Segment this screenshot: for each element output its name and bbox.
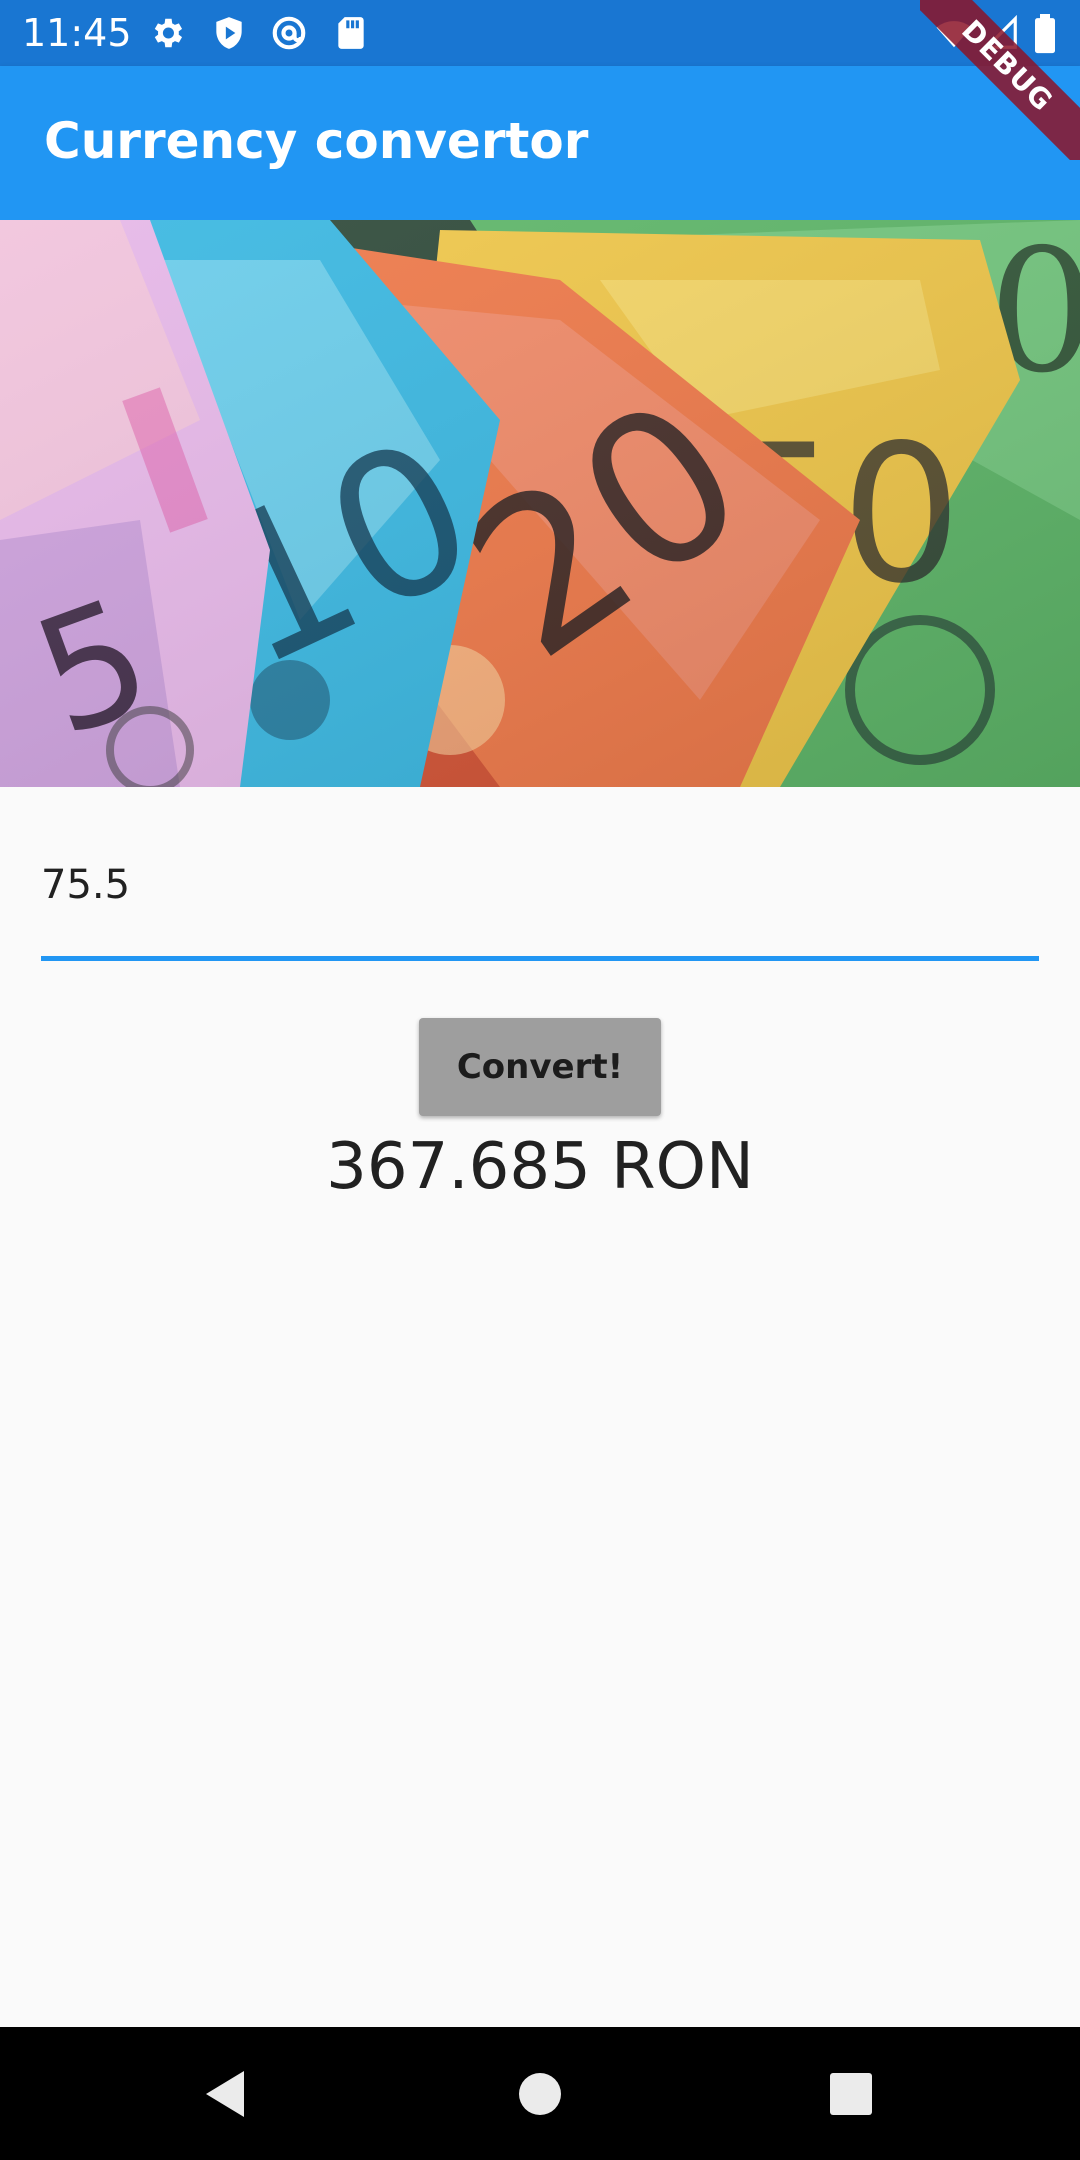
back-icon[interactable]	[180, 2049, 270, 2139]
home-icon[interactable]	[495, 2049, 585, 2139]
page-title: Currency convertor	[44, 112, 589, 170]
debug-label: DEBUG	[920, 0, 1080, 160]
recents-icon[interactable]	[806, 2049, 896, 2139]
amount-underline	[41, 956, 1039, 961]
status-time: 11:45	[22, 11, 132, 55]
at-sign-icon	[270, 14, 308, 52]
shield-play-icon	[210, 14, 248, 52]
amount-input[interactable]	[41, 850, 1039, 920]
debug-banner: DEBUG	[920, 0, 1080, 160]
settings-icon	[148, 14, 186, 52]
conversion-result: 367.685 RON	[326, 1130, 754, 1204]
convert-button[interactable]: Convert!	[419, 1018, 661, 1116]
status-bar: 11:45	[0, 0, 1080, 66]
navigation-bar	[0, 2027, 1080, 2160]
banknotes-image: 100 50 Australia 20 10 5	[0, 220, 1080, 787]
sd-card-icon	[332, 14, 370, 52]
app-bar: Currency convertor	[0, 66, 1080, 220]
amount-field	[41, 840, 1039, 961]
